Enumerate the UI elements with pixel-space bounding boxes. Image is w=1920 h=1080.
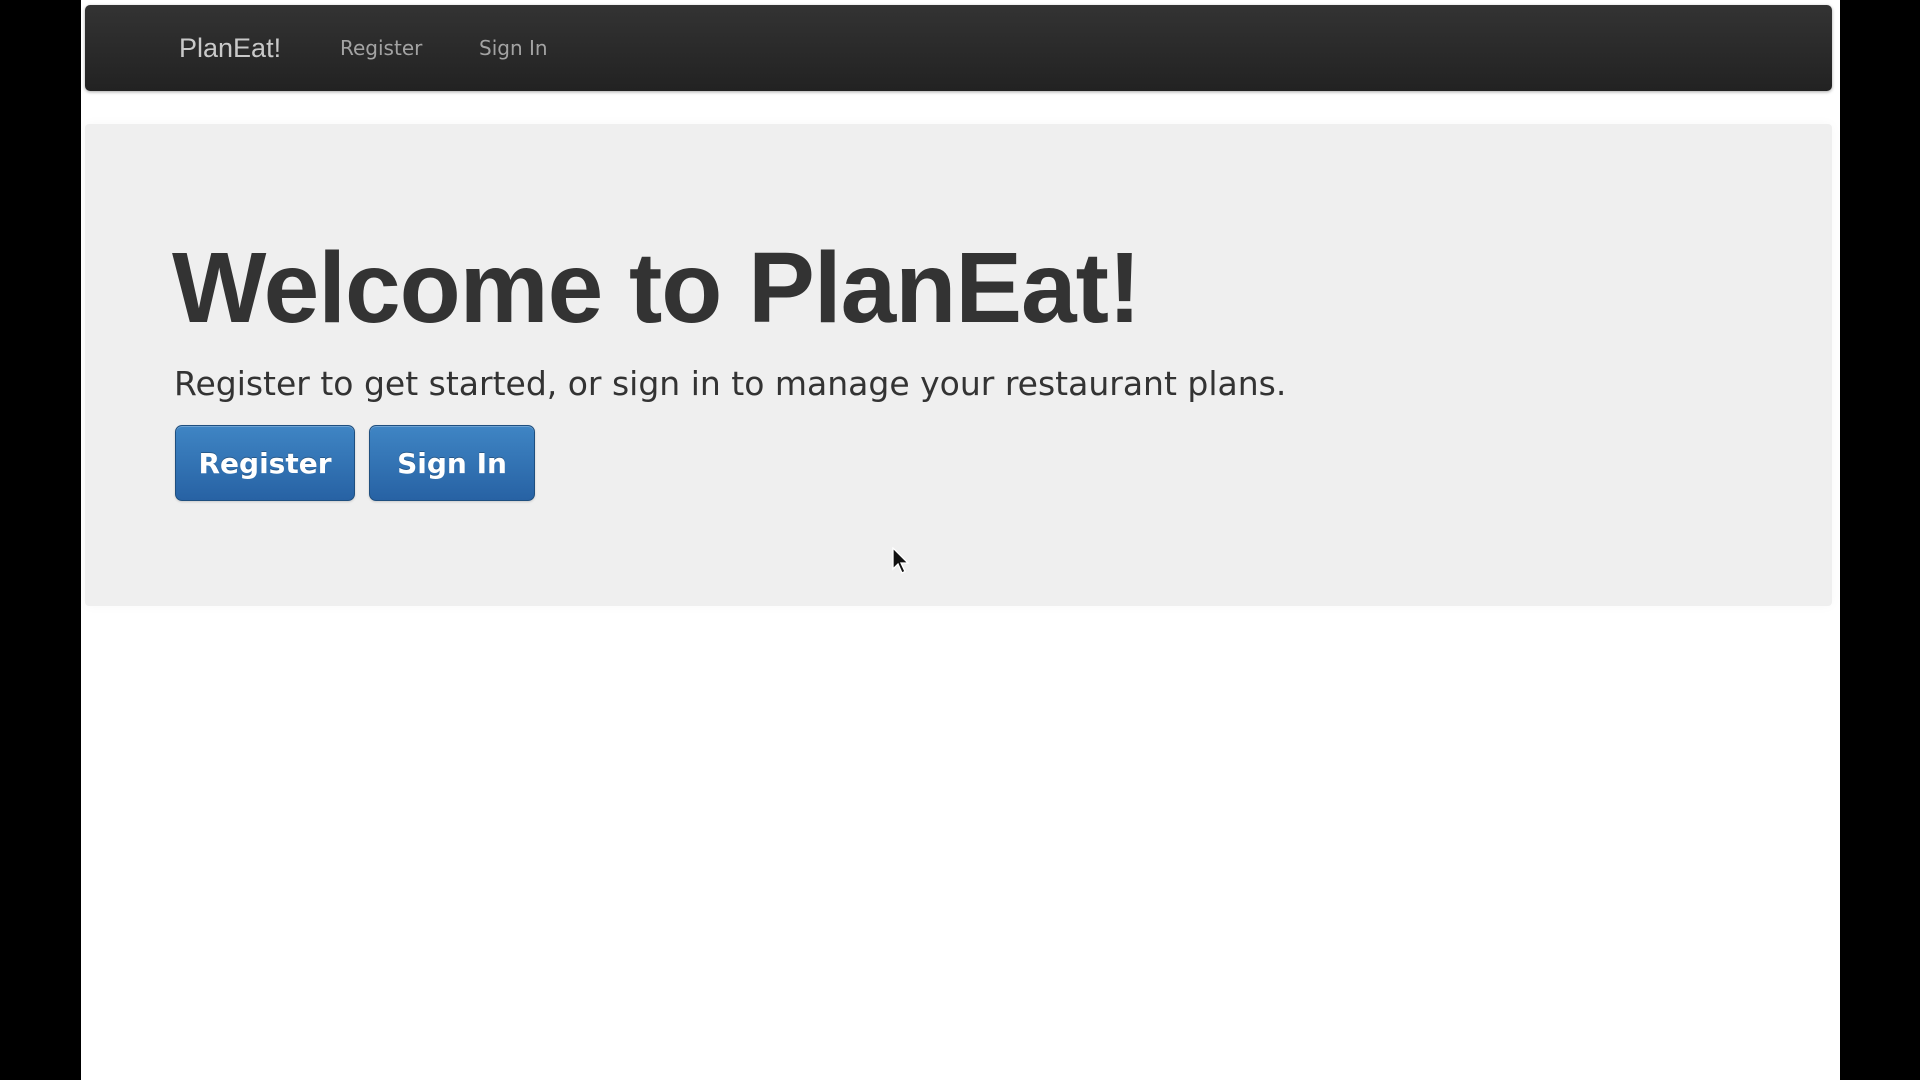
brand-link[interactable]: PlanEat!	[179, 5, 281, 91]
hero-title: Welcome to PlanEat!	[172, 232, 1141, 344]
nav-sign-in-link[interactable]: Sign In	[479, 5, 548, 91]
sign-in-button[interactable]: Sign In	[369, 425, 535, 501]
top-navbar: PlanEat! Register Sign In	[85, 5, 1832, 91]
register-button[interactable]: Register	[175, 425, 355, 501]
nav-register-link[interactable]: Register	[340, 5, 422, 91]
hero-subtitle: Register to get started, or sign in to m…	[174, 364, 1287, 403]
browser-viewport: PlanEat! Register Sign In Welcome to Pla…	[81, 0, 1840, 1080]
mouse-pointer-icon	[892, 547, 910, 574]
